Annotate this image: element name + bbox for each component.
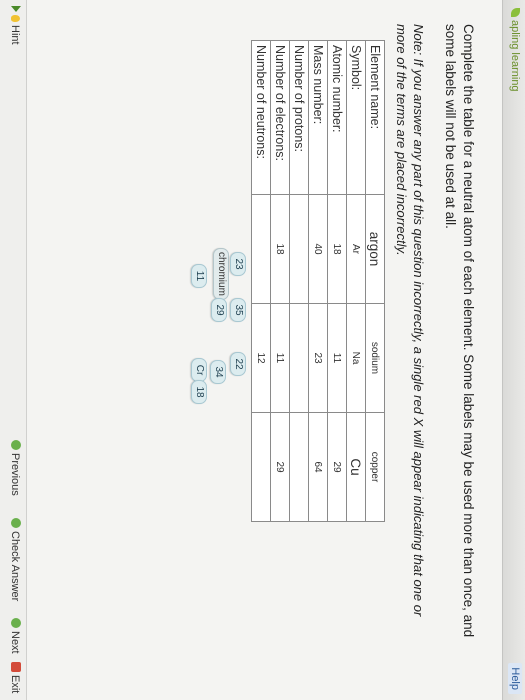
drop-cell[interactable]: 12 [251,303,271,413]
drop-cell[interactable] [289,303,309,413]
drop-cell[interactable]: Na [346,303,366,413]
question-page: apling learning Help Complete the table … [0,0,525,700]
exit-label: Exit [9,675,21,694]
drop-cell[interactable] [289,194,309,304]
label-tile-11[interactable]: 11 [191,264,207,288]
question-instructions: Complete the table for a neutral atom of… [443,24,476,638]
drop-cell[interactable]: 11 [327,303,347,413]
table-row: Mass number: 40 23 64 [308,40,328,522]
drop-cell[interactable]: 64 [308,412,328,522]
question-note: Note: If you answer any part of this que… [394,24,426,617]
drop-cell[interactable]: 29 [270,412,290,522]
header-bar: apling learning Help [502,0,525,700]
table-row: Element name: argon sodium copper [365,40,385,522]
drop-cell[interactable]: copper [365,412,385,522]
help-button[interactable]: Help [508,663,522,694]
brand-name: apling learning [509,20,521,92]
hint-button[interactable]: Hint [9,6,21,45]
drop-cell[interactable]: Ar [346,194,366,304]
exit-button[interactable]: Exit [9,662,21,693]
drop-cell[interactable]: 18 [270,194,290,304]
leaf-icon [511,8,520,17]
row-header: Symbol: [346,40,366,195]
drop-cell[interactable] [289,412,309,522]
previous-label: Previous [9,453,21,496]
hint-label: Hint [9,25,21,45]
next-label: Next [9,631,21,654]
drop-cell[interactable]: 29 [327,412,347,522]
check-answer-label: Check Answer [9,531,21,602]
drop-cell[interactable]: 11 [270,303,290,413]
drop-cell[interactable] [251,412,271,522]
label-tile-34[interactable]: 34 [210,360,226,384]
exit-icon [11,662,21,672]
row-header: Number of electrons: [270,40,290,195]
label-tile-chromium[interactable]: chromium [213,248,229,300]
brand-logo: apling learning [509,8,521,92]
table-row: Number of neutrons: 12 [251,40,271,522]
row-header: Element name: [365,40,385,195]
lightbulb-icon [11,15,20,22]
next-arrow-icon [11,618,21,628]
checkmark-icon [11,518,21,528]
drop-cell[interactable] [251,194,271,304]
table-row: Symbol: Ar Na Cu [346,40,366,522]
table-row: Atomic number: 18 11 29 [327,40,347,522]
label-tile-cr[interactable]: Cr [191,358,207,382]
check-answer-button[interactable]: Check Answer [9,518,21,601]
table-row: Number of electrons: 18 11 29 [270,40,290,522]
drop-cell[interactable]: 23 [308,303,328,413]
label-tile-29[interactable]: 29 [211,298,227,322]
drop-cell[interactable]: sodium [365,303,385,413]
row-header: Number of neutrons: [251,40,271,195]
previous-button[interactable]: Previous [9,440,21,496]
next-button[interactable]: Next [9,618,21,654]
label-tile-35[interactable]: 35 [230,298,246,322]
label-tile-23[interactable]: 23 [230,252,246,276]
drop-cell[interactable]: 40 [308,194,328,304]
row-header: Mass number: [308,40,328,195]
label-tile-18[interactable]: 18 [191,380,207,404]
expand-arrow-icon [11,6,21,12]
footer-bar: Hint Previous Check Answer Next Exit [0,0,27,700]
drop-cell[interactable]: argon [365,194,385,304]
element-table: Element name: argon sodium copper Symbol… [251,40,385,522]
previous-arrow-icon [11,440,21,450]
table-row: Number of protons: [289,40,309,522]
label-tile-22[interactable]: 22 [230,352,246,376]
row-header: Number of protons: [289,40,309,195]
drop-cell[interactable]: Cu [346,412,366,522]
drop-cell[interactable]: 18 [327,194,347,304]
row-header: Atomic number: [327,40,347,195]
